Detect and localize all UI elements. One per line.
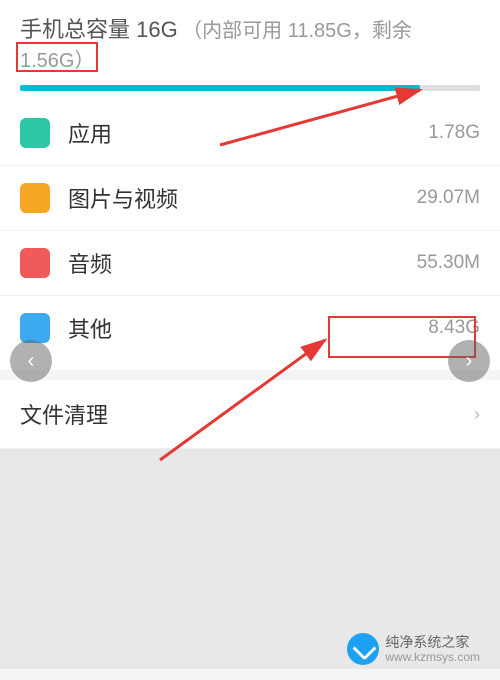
category-label: 图片与视频 — [68, 182, 417, 214]
total-capacity-title: 手机总容量 16G — [20, 17, 178, 42]
category-row-other[interactable]: 其他 8.43G — [0, 296, 500, 360]
chevron-right-icon: › — [466, 350, 473, 373]
nav-prev-button[interactable]: ‹ — [10, 340, 52, 382]
watermark-name: 纯净系统之家 — [385, 634, 480, 651]
nav-next-button[interactable]: › — [448, 340, 490, 382]
storage-header: 手机总容量 16G （内部可用 11.85G，剩余 1.56G） — [0, 0, 500, 81]
category-swatch — [20, 248, 50, 278]
file-cleanup-row[interactable]: 文件清理 › — [0, 380, 500, 449]
category-label: 应用 — [68, 117, 428, 149]
category-value: 29.07M — [417, 187, 480, 209]
storage-progress-bar — [20, 85, 480, 91]
watermark: 纯净系统之家 www.kzmsys.com — [347, 633, 480, 665]
chevron-right-icon: › — [474, 404, 480, 425]
category-value: 1.78G — [428, 122, 480, 144]
category-label: 其他 — [68, 312, 428, 344]
category-value: 8.43G — [428, 317, 480, 339]
category-value: 55.30M — [417, 252, 480, 274]
watermark-logo-icon — [347, 633, 379, 665]
category-label: 音频 — [68, 247, 417, 279]
category-row-audio[interactable]: 音频 55.30M — [0, 231, 500, 296]
category-swatch — [20, 118, 50, 148]
file-cleanup-label: 文件清理 — [20, 398, 474, 430]
watermark-url: www.kzmsys.com — [385, 650, 480, 664]
category-swatch — [20, 183, 50, 213]
category-row-media[interactable]: 图片与视频 29.07M — [0, 166, 500, 231]
category-swatch — [20, 313, 50, 343]
category-row-apps[interactable]: 应用 1.78G — [0, 101, 500, 166]
storage-categories: 应用 1.78G 图片与视频 29.07M 音频 55.30M 其他 8.43G — [0, 91, 500, 370]
storage-progress-fill — [20, 85, 420, 91]
chevron-left-icon: ‹ — [28, 350, 35, 373]
